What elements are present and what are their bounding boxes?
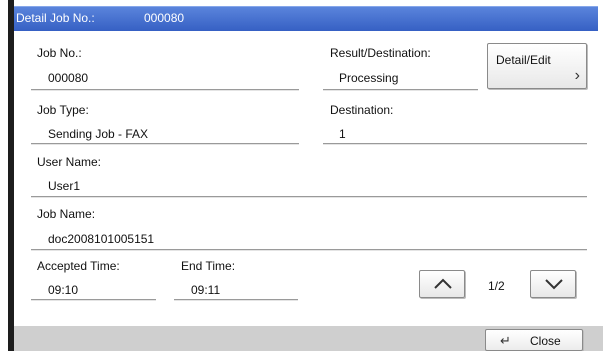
- accepted-time-underline: [31, 299, 156, 301]
- job-no-label: Job No.:: [37, 46, 82, 60]
- destination-label: Destination:: [330, 103, 394, 117]
- page-indicator: 1/2: [488, 279, 505, 293]
- title-bar: Detail Job No.: 000080: [14, 6, 598, 31]
- chevron-up-icon: [434, 278, 452, 289]
- end-time-label: End Time:: [181, 259, 236, 273]
- user-name-underline: [31, 196, 587, 198]
- job-type-underline: [31, 143, 299, 145]
- page-down-button[interactable]: [530, 270, 576, 298]
- end-time-underline: [174, 299, 298, 301]
- close-label: Close: [530, 334, 561, 348]
- chevron-down-icon: [545, 279, 563, 290]
- title-job-number: 000080: [144, 11, 185, 25]
- left-frame-bar: [8, 0, 14, 351]
- job-name-underline: [31, 249, 587, 251]
- title-label: Detail Job No.:: [16, 11, 95, 25]
- job-detail-screen: Detail Job No.: 000080 Job No.: 000080 R…: [0, 0, 603, 351]
- job-name-label: Job Name:: [37, 207, 96, 221]
- user-name-value: User1: [48, 179, 81, 193]
- job-no-value: 000080: [48, 71, 89, 85]
- close-button[interactable]: ↵ Close: [485, 329, 583, 351]
- result-destination-label: Result/Destination:: [330, 46, 431, 60]
- destination-underline: [323, 143, 587, 145]
- end-time-value: 09:11: [191, 283, 221, 297]
- destination-value: 1: [339, 127, 346, 141]
- job-name-value: doc2008101005151: [48, 232, 155, 246]
- detail-edit-label: Detail/Edit: [496, 53, 551, 67]
- page-up-button[interactable]: [419, 270, 465, 298]
- chevron-right-icon: ›: [574, 67, 580, 84]
- job-no-underline: [31, 89, 299, 91]
- return-arrow-icon: ↵: [500, 333, 511, 348]
- job-type-label: Job Type:: [37, 103, 89, 117]
- result-destination-value: Processing: [339, 71, 399, 85]
- result-destination-underline: [323, 89, 478, 91]
- bottom-left-frame: [8, 326, 14, 351]
- accepted-time-label: Accepted Time:: [37, 259, 120, 273]
- accepted-time-value: 09:10: [48, 283, 79, 297]
- detail-edit-button[interactable]: Detail/Edit ›: [487, 43, 587, 89]
- user-name-label: User Name:: [37, 155, 102, 169]
- job-type-value: Sending Job - FAX: [48, 127, 149, 141]
